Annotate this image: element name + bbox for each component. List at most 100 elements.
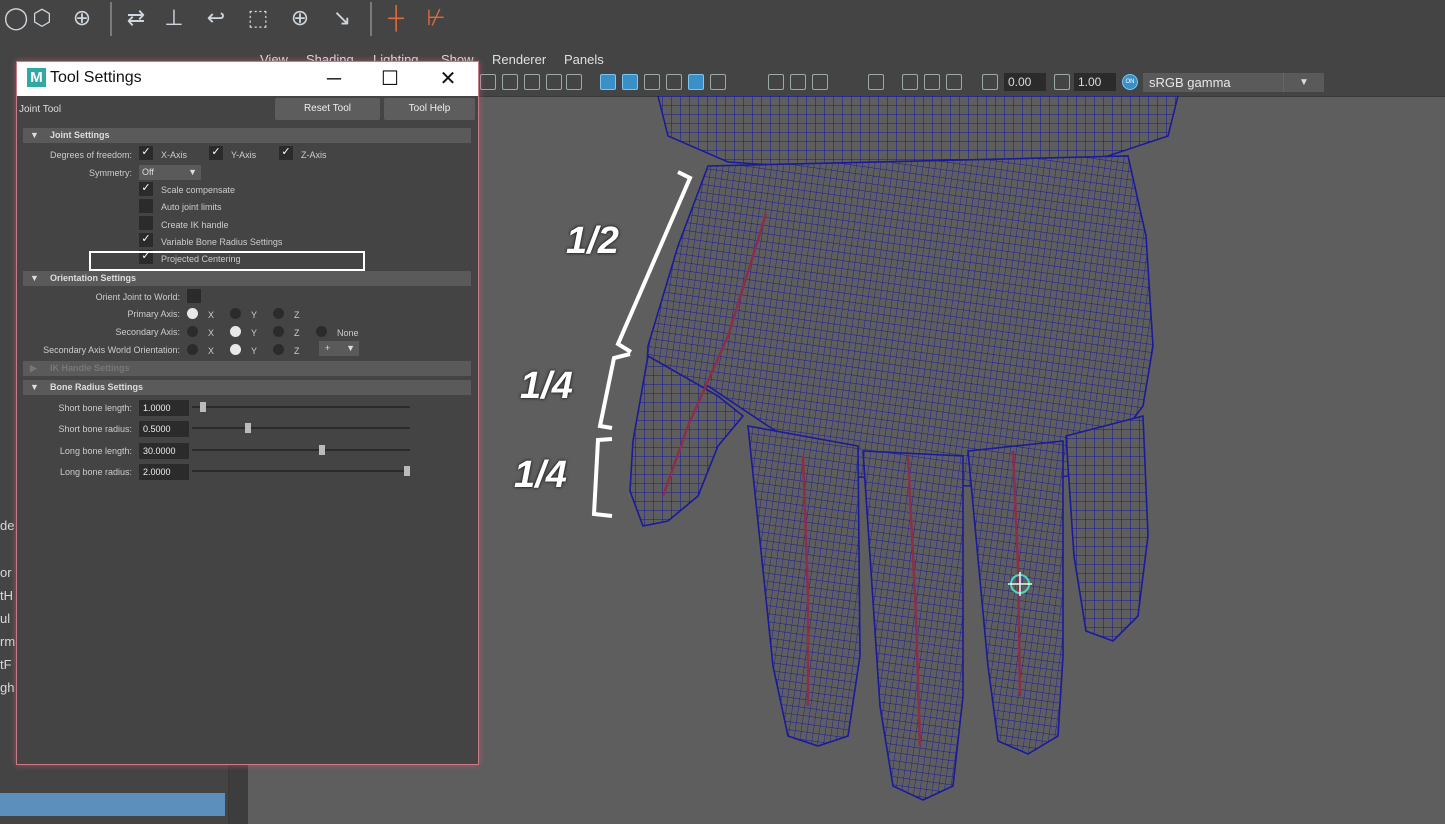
long-bone-length-slider-handle[interactable] — [319, 445, 326, 455]
z-axis-checkbox[interactable]: ✓ — [279, 146, 293, 160]
secworld-z-radio[interactable] — [273, 344, 284, 355]
scale-compensate-checkbox[interactable]: ✓ — [139, 182, 153, 196]
long-bone-length-label: Long bone length: — [59, 446, 132, 456]
secondary-x-radio[interactable] — [187, 326, 198, 337]
menu-panels[interactable]: Panels — [564, 52, 604, 67]
collapse-arrow-icon: ▼ — [30, 130, 39, 140]
tool-help-button[interactable]: Tool Help — [384, 98, 475, 120]
chevron-down-icon[interactable]: ▼ — [1283, 73, 1324, 92]
secworld-y-radio[interactable] — [230, 344, 241, 355]
reset-tool-button[interactable]: Reset Tool — [275, 98, 380, 120]
motion-blur-icon[interactable] — [812, 74, 828, 90]
safe-action-icon[interactable] — [566, 74, 582, 90]
long-bone-length-slider[interactable] — [192, 449, 410, 451]
y-axis-checkbox[interactable]: ✓ — [209, 146, 223, 160]
outliner-item[interactable]: or — [0, 565, 12, 580]
auto-joint-limits-checkbox[interactable] — [139, 199, 153, 213]
xray-joints-icon[interactable] — [902, 74, 918, 90]
wireframe-icon[interactable] — [600, 74, 616, 90]
secworld-x-radio[interactable] — [187, 344, 198, 355]
short-bone-radius-slider-handle[interactable] — [245, 423, 251, 433]
gamma-field[interactable]: 1.00 — [1074, 73, 1116, 91]
menu-renderer[interactable]: Renderer — [492, 52, 546, 67]
pin-icon[interactable]: ⊬ — [420, 2, 452, 34]
long-bone-radius-label: Long bone radius: — [59, 467, 132, 477]
pinky-finger-mesh — [1065, 414, 1149, 642]
short-bone-length-slider[interactable] — [192, 406, 410, 408]
maximize-icon[interactable]: ☐ — [367, 65, 413, 93]
gamma-icon[interactable] — [1054, 74, 1070, 90]
secondary-z-radio[interactable] — [273, 326, 284, 337]
orientation-settings-header[interactable]: ▼ Orientation Settings — [23, 271, 471, 286]
close-icon[interactable]: ✕ — [425, 65, 471, 93]
short-bone-length-slider-handle[interactable] — [200, 402, 207, 412]
locator-icon[interactable]: ⊕ — [284, 2, 316, 34]
outliner-item[interactable]: tF — [0, 657, 12, 672]
secondary-world-label: Secondary Axis World Orientation: — [43, 345, 180, 355]
outliner-item[interactable]: gh — [0, 680, 14, 695]
exposure-field[interactable]: 0.00 — [1004, 73, 1046, 91]
variable-bone-radius-checkbox[interactable]: ✓ — [139, 233, 153, 247]
expand-arrow-icon: ▶ — [30, 363, 37, 373]
outliner-item[interactable]: ul — [0, 611, 10, 626]
xray-icon[interactable] — [666, 74, 682, 90]
orient-world-checkbox[interactable] — [187, 289, 201, 303]
text-icon[interactable] — [546, 74, 562, 90]
xray-active-icon[interactable] — [924, 74, 940, 90]
ambient-occlusion-icon[interactable] — [790, 74, 806, 90]
ik-spline-icon[interactable]: ⬚ — [242, 2, 274, 34]
short-bone-radius-slider[interactable] — [192, 427, 410, 429]
long-bone-radius-field[interactable]: 2.0000 — [139, 464, 189, 480]
orient-joint-icon[interactable]: ⊥ — [158, 2, 190, 34]
minimize-icon[interactable]: ─ — [311, 65, 357, 93]
isolate-select-icon[interactable] — [868, 74, 884, 90]
symmetry-label: Symmetry: — [88, 168, 132, 178]
title-bar[interactable]: M Tool Settings ─ ☐ ✕ — [17, 62, 478, 96]
long-bone-length-field[interactable]: 30.0000 — [139, 443, 189, 459]
short-bone-length-label: Short bone length: — [58, 403, 132, 413]
primary-z-radio[interactable] — [273, 308, 284, 319]
resolution-gate-icon[interactable] — [524, 74, 540, 90]
chevron-down-icon: ▼ — [346, 343, 355, 353]
color-management-toggle[interactable]: ON — [1122, 74, 1138, 90]
selected-outliner-row[interactable] — [0, 793, 225, 816]
symmetry-dropdown[interactable]: Off ▼ — [139, 165, 201, 180]
connect-icon[interactable]: ↘ — [326, 2, 358, 34]
primary-y-radio[interactable] — [230, 308, 241, 319]
primary-x-radio[interactable] — [187, 308, 198, 319]
exposure-icon[interactable] — [982, 74, 998, 90]
outliner-item[interactable]: tH — [0, 588, 13, 603]
insert-joint-icon[interactable]: ┼ — [380, 2, 412, 34]
long-bone-radius-slider-handle[interactable] — [404, 466, 410, 476]
shadows-icon[interactable] — [768, 74, 784, 90]
outliner-item[interactable]: rm — [0, 634, 15, 649]
ik-handle-icon[interactable]: ↩ — [200, 2, 232, 34]
scale-compensate-label: Scale compensate — [161, 185, 236, 195]
short-bone-length-field[interactable]: 1.0000 — [139, 400, 189, 416]
short-bone-radius-field[interactable]: 0.5000 — [139, 421, 189, 437]
long-bone-radius-slider[interactable] — [192, 470, 410, 472]
hud-icon[interactable] — [946, 74, 962, 90]
bone-radius-settings-header[interactable]: ▼ Bone Radius Settings — [23, 380, 471, 395]
ik-handle-settings-header[interactable]: ▶ IK Handle Settings — [23, 361, 471, 376]
bind-skin-icon[interactable]: ⬡ — [26, 2, 58, 34]
dof-label: Degrees of freedom: — [49, 150, 132, 160]
smooth-shade-icon[interactable] — [622, 74, 638, 90]
mirror-joint-icon[interactable]: ⇄ — [120, 2, 152, 34]
grid-icon[interactable] — [480, 74, 496, 90]
paint-weights-icon[interactable]: ⊕ — [66, 2, 98, 34]
primary-x-label: X — [208, 310, 215, 320]
textured-icon[interactable] — [688, 74, 704, 90]
outliner-item[interactable]: de — [0, 518, 14, 533]
create-ik-handle-checkbox[interactable] — [139, 216, 153, 230]
annotation-quarter-lower: 1/4 — [514, 454, 567, 496]
secondary-y-radio[interactable] — [230, 326, 241, 337]
secondary-none-label: None — [337, 328, 359, 338]
film-gate-icon[interactable] — [502, 74, 518, 90]
lighting-icon[interactable] — [710, 74, 726, 90]
secondary-none-radio[interactable] — [316, 326, 327, 337]
x-axis-checkbox[interactable]: ✓ — [139, 146, 153, 160]
shade-wire-icon[interactable] — [644, 74, 660, 90]
secworld-sign-dropdown[interactable]: + ▼ — [319, 341, 359, 356]
joint-settings-header[interactable]: ▼ Joint Settings — [23, 128, 471, 143]
